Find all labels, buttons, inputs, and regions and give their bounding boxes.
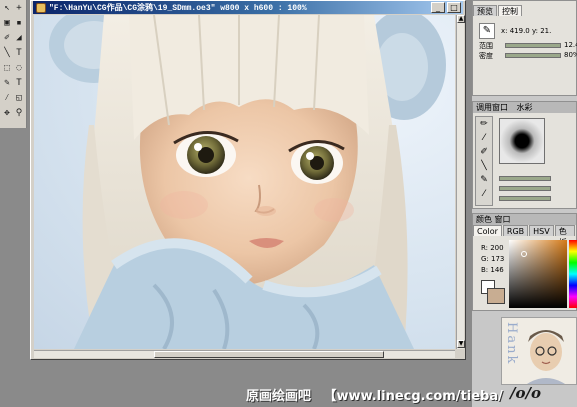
tool-control-panel: 预览 控制 ✎ x: 419.0 y: 21. 范围 12.4 密度 80% — [472, 0, 577, 96]
brush-tip-preview — [499, 118, 545, 164]
brush-panel-title: 调用窗口 — [476, 103, 508, 112]
tab-swatches[interactable]: 色板 — [554, 225, 575, 247]
app-icon — [36, 2, 46, 13]
maximize-button[interactable]: □ — [447, 2, 461, 13]
color-panel-tabs: Color RGB HSV 色板 — [473, 225, 576, 247]
vertical-scrollbar[interactable]: ▲ ▼ — [456, 15, 465, 349]
tool-panel-tabs: 预览 控制 — [473, 5, 576, 16]
tab-rgb[interactable]: RGB — [502, 225, 529, 236]
brush-icon-palette[interactable]: ✏ ⁄ ✐ ╲ ✎ ⁄ — [475, 116, 493, 206]
scroll-down-icon[interactable]: ▼ — [457, 340, 465, 348]
gradient-tool-icon[interactable]: ◢ — [13, 32, 25, 44]
avatar-portrait-icon — [527, 330, 565, 384]
tab-control[interactable]: 控制 — [498, 5, 522, 16]
move-tool-icon[interactable]: ↖ — [1, 2, 13, 14]
document-titlebar[interactable]: "F:\HanYu\CG作品\CG涂鸦\19_SDmm.oe3" w800 x … — [33, 1, 463, 14]
eyedropper-tool-icon[interactable]: ⁄ — [1, 92, 13, 104]
painting-canvas[interactable] — [34, 15, 455, 349]
range-label: 范围 — [479, 42, 493, 50]
horizontal-scroll-thumb[interactable] — [154, 351, 384, 358]
brush-size-slider[interactable] — [499, 176, 551, 181]
watermark-logo: /o/o — [510, 384, 541, 402]
zoom-tool-icon[interactable]: ⚲ — [13, 107, 25, 119]
hand-tool-icon[interactable]: ✥ — [1, 107, 13, 119]
brush-flow-slider[interactable] — [499, 196, 551, 201]
avatar: Hank — [501, 317, 577, 385]
rect-tool-icon[interactable]: ▪ — [13, 17, 25, 29]
density-slider[interactable] — [505, 53, 561, 58]
watermark-url: 【www.linecg.com/tieba/ — [323, 389, 503, 404]
color-panel-header[interactable]: 颜色 窗口 — [473, 214, 576, 225]
brush-panel-subtitle: 水彩 — [516, 103, 533, 112]
range-value: 12.4 — [564, 41, 577, 49]
foreground-color-swatch[interactable] — [487, 288, 505, 304]
watermark-text: 原画绘画吧 【www.linecg.com/tieba/ — [246, 385, 503, 404]
brush-panel-header[interactable]: 调用窗口 水彩 — [473, 102, 576, 113]
range-slider[interactable] — [505, 43, 561, 48]
toolbox: ↖ + ▣ ▪ ✐ ◢ ╲ T ⬚ ◌ ✎ T ⁄ ◱ ✥ ⚲ — [0, 0, 27, 128]
painting-illustration — [49, 15, 446, 349]
transform-tool-icon[interactable]: ◱ — [13, 92, 25, 104]
density-label: 密度 — [479, 52, 493, 60]
text-tool-icon[interactable]: T — [13, 47, 25, 59]
color-panel: 颜色 窗口 Color RGB HSV 色板 R: 200 G: 173 B: … — [472, 213, 577, 311]
brush-panel: 调用窗口 水彩 ✏ ⁄ ✐ ╲ ✎ ⁄ — [472, 101, 577, 209]
red-value: R: 200 — [481, 244, 504, 252]
scroll-up-icon[interactable]: ▲ — [457, 15, 465, 23]
text2-tool-icon[interactable]: T — [13, 77, 25, 89]
hue-strip[interactable] — [569, 240, 577, 308]
document-title: "F:\HanYu\CG作品\CG涂鸦\19_SDmm.oe3" w800 x … — [49, 4, 307, 13]
watermark-site-name: 原画绘画吧 — [246, 389, 312, 404]
tab-preview[interactable]: 预览 — [473, 5, 497, 16]
lasso-tool-icon[interactable]: ◌ — [13, 62, 25, 74]
coords-readout: x: 419.0 y: 21. — [501, 27, 552, 35]
brush-preview-icon[interactable]: ✎ — [479, 23, 495, 39]
green-value: G: 173 — [481, 255, 505, 263]
color-field[interactable] — [509, 240, 567, 308]
density-value: 80% — [564, 51, 577, 59]
blue-value: B: 146 — [481, 266, 504, 274]
brush-tool-icon[interactable]: ✐ — [1, 32, 13, 44]
document-window: "F:\HanYu\CG作品\CG涂鸦\19_SDmm.oe3" w800 x … — [30, 0, 466, 360]
tab-color[interactable]: Color — [473, 225, 502, 236]
minimize-button[interactable]: _ — [431, 2, 445, 13]
crosshair-tool-icon[interactable]: + — [13, 2, 25, 14]
pen-tool-icon[interactable]: ✎ — [1, 77, 13, 89]
horizontal-scrollbar[interactable] — [34, 350, 455, 358]
select-tool-icon[interactable]: ⬚ — [1, 62, 13, 74]
color-picker-cursor[interactable] — [521, 251, 527, 257]
line-tool-icon[interactable]: ╲ — [1, 47, 13, 59]
brush-opacity-slider[interactable] — [499, 186, 551, 191]
fill-tool-icon[interactable]: ▣ — [1, 17, 13, 29]
tab-hsv[interactable]: HSV — [529, 225, 554, 236]
